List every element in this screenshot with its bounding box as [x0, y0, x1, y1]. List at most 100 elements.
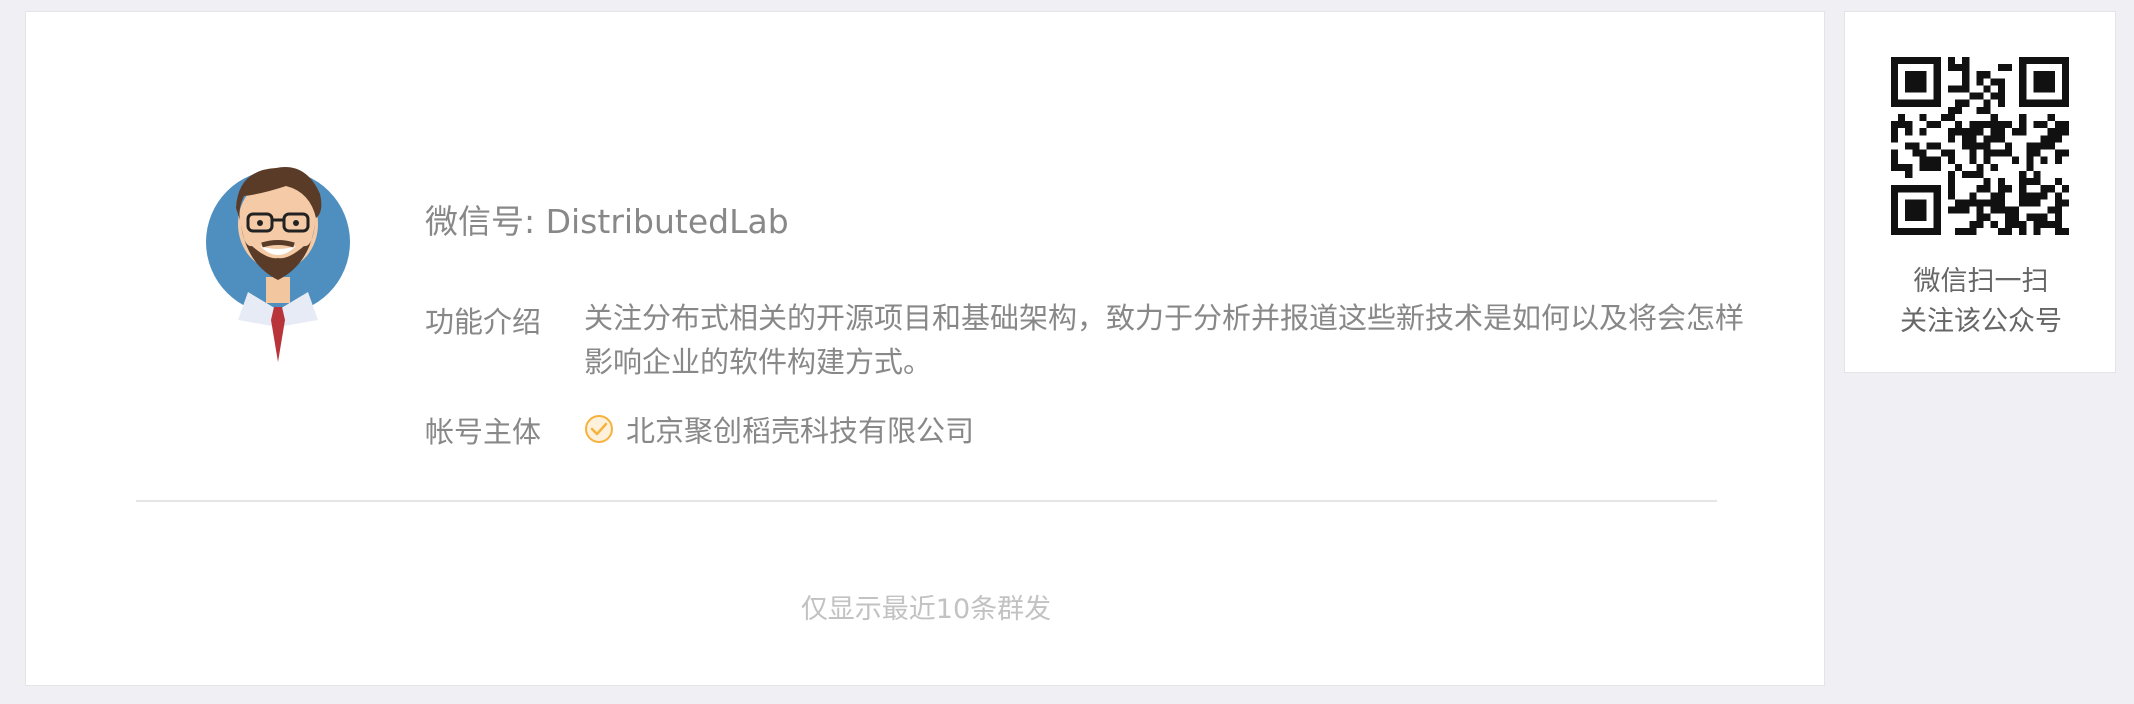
qr-module [1997, 92, 2005, 100]
qr-module [1962, 64, 1970, 72]
qr-module [1976, 128, 1984, 136]
qr-module [1955, 163, 1963, 171]
qr-module [2019, 220, 2027, 228]
qr-module [2026, 149, 2034, 157]
qr-module [1976, 121, 1984, 129]
qr-module [2019, 227, 2027, 235]
qr-module [1983, 149, 1991, 157]
wechat-id: 微信号: DistributedLab [425, 202, 789, 241]
qr-module [1891, 121, 1899, 129]
qr-module [1997, 199, 2005, 207]
qr-module [1969, 149, 1977, 157]
qr-module [1955, 128, 1963, 136]
qr-module [1962, 199, 1970, 207]
qr-module [1955, 121, 1963, 129]
qr-module [1905, 170, 1913, 179]
qr-module [1955, 99, 1963, 107]
qr-module [2040, 156, 2048, 164]
qr-module [2054, 121, 2062, 129]
qr-module [1969, 170, 1977, 179]
qr-module [1990, 220, 1998, 228]
qr-module [1955, 64, 1963, 72]
qr-module [2026, 192, 2034, 200]
qr-module [1990, 128, 1998, 136]
qr-module [2019, 199, 2027, 207]
qr-module [1891, 149, 1899, 157]
qr-module [1969, 227, 1977, 235]
qr-module [2054, 227, 2062, 235]
qr-module [2019, 192, 2027, 200]
qr-module [1905, 142, 1913, 150]
qr-module [2004, 142, 2013, 150]
qr-module [1976, 92, 1984, 100]
qr-module [1997, 192, 2005, 200]
qr-module [1933, 156, 1941, 164]
qr-module [1990, 149, 1998, 157]
qr-module [1891, 163, 1899, 171]
qr-module [1983, 142, 1991, 150]
qr-module [1912, 149, 1920, 157]
qr-module [1905, 128, 1913, 136]
qr-module [1926, 156, 1934, 164]
qr-module [2054, 178, 2062, 186]
qr-module [2047, 113, 2055, 122]
qr-module [2019, 113, 2027, 122]
intro-text: 关注分布式相关的开源项目和基础架构，致力于分析并报道这些新技术是如何以及将会怎样… [584, 301, 1745, 379]
qr-module [1905, 121, 1913, 129]
qr-module [2019, 121, 2027, 129]
qr-module [1926, 121, 1934, 129]
qr-module [1933, 121, 1941, 129]
qr-module [2004, 185, 2013, 193]
qr-module [2061, 128, 2069, 136]
qr-module [2026, 142, 2034, 150]
qr-module [1969, 128, 1977, 136]
qr-module [2040, 185, 2048, 193]
qr-module [1990, 92, 1998, 100]
qr-module [1947, 206, 1956, 214]
qr-module [1976, 170, 1984, 179]
qr-module [1919, 149, 1927, 157]
qr-module [1947, 149, 1956, 157]
qr-module [1947, 113, 1956, 122]
qr-module [2033, 192, 2041, 200]
intro-label: 功能介绍 [425, 305, 542, 339]
qr-module [1983, 85, 1991, 93]
qr-module [1997, 64, 2005, 72]
qr-module [1926, 163, 1934, 171]
qr-module [1997, 128, 2005, 136]
qr-module [1983, 199, 1991, 207]
qr-module [2040, 135, 2048, 143]
qr-module [1947, 128, 1956, 136]
qr-module [2004, 149, 2013, 157]
qr-module [1997, 149, 2005, 157]
qr-module [2004, 220, 2013, 228]
qr-module [1969, 135, 1977, 143]
qr-module [2019, 170, 2027, 179]
qr-module [1962, 78, 1970, 86]
qr-module [2047, 220, 2055, 228]
qr-module [1969, 156, 1977, 164]
qr-module [2054, 135, 2062, 143]
qr-module [2026, 178, 2034, 186]
avatar-cartoon-man-icon [206, 167, 350, 362]
qr-module [1969, 92, 1977, 100]
qr-module [2019, 178, 2027, 186]
qr-module [1962, 170, 1970, 179]
qr-module [2061, 149, 2069, 157]
qr-module [2026, 163, 2034, 171]
qr-module [1962, 128, 1970, 136]
qr-module [1983, 213, 1991, 221]
qr-module [1990, 78, 1998, 86]
qr-module [1947, 57, 1956, 65]
qr-module [1969, 199, 1977, 207]
qr-module [1983, 178, 1991, 186]
qr-module [2047, 135, 2055, 143]
qr-module [1955, 206, 1963, 214]
profile-card: 微信号: DistributedLab 功能介绍 关注分布式相关的开源项目和基础… [25, 11, 1825, 686]
qr-module [2040, 213, 2048, 221]
qr-module [1997, 99, 2005, 107]
qr-module [1997, 206, 2005, 214]
qr-module [1891, 128, 1899, 136]
qr-module [1976, 199, 1984, 207]
subject-name: 北京聚创稻壳科技有限公司 [626, 414, 975, 448]
